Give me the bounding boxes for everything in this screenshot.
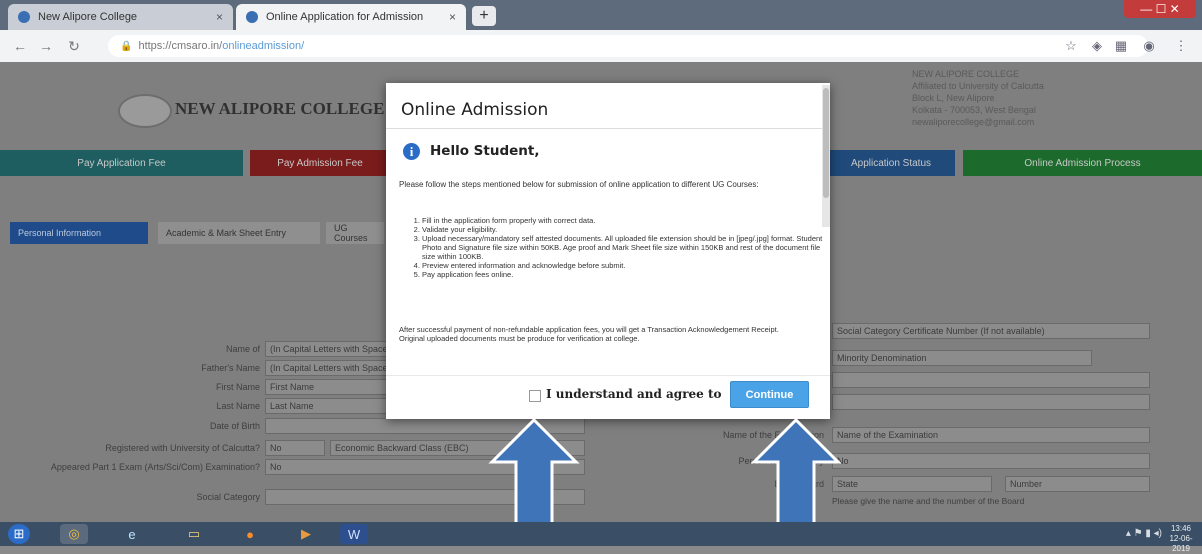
taskbar-clock[interactable]: 13:46 12-06-2019 [1164, 524, 1198, 554]
extension-icon[interactable]: ◈ [1088, 37, 1106, 55]
modal-note: After successful payment of non-refundab… [399, 325, 779, 343]
lock-icon: 🔒 [120, 40, 133, 52]
minority-select[interactable]: Minority Denomination [832, 350, 1092, 366]
college-name: NEW ALIPORE COLLEGE [175, 99, 385, 118]
globe-icon [18, 11, 30, 23]
category-certificate-field[interactable]: Social Category Certificate Number (If n… [832, 323, 1150, 339]
ie-icon[interactable]: e [118, 524, 146, 544]
college-logo [118, 94, 172, 128]
folder-icon[interactable]: ▭ [180, 524, 208, 544]
exam-name-field[interactable]: Name of the Examination [832, 427, 1150, 443]
bookmark-star-icon[interactable]: ☆ [1062, 37, 1080, 55]
board-number-field[interactable]: Number [1005, 476, 1150, 492]
modal-divider [386, 128, 830, 129]
address-line: Block L, New Alipore [912, 93, 995, 103]
agree-label[interactable]: I understand and agree to [546, 387, 722, 401]
field-label: Father's Name [201, 363, 260, 373]
nav-online-admission-process[interactable]: Online Admission Process [963, 150, 1202, 176]
tab-label: New Alipore College [38, 11, 138, 23]
right-field[interactable] [832, 372, 1150, 388]
up-arrow-icon [488, 418, 580, 528]
clock-date: 12-06-2019 [1169, 534, 1193, 553]
step-item: Validate your eligibility. [422, 225, 828, 234]
arrow-shape [750, 418, 842, 528]
back-icon[interactable]: ← [10, 36, 30, 56]
info-icon: i [403, 143, 420, 160]
name-field[interactable]: (In Capital Letters with Space) [265, 341, 387, 357]
address-line: NEW ALIPORE COLLEGE [912, 69, 1020, 79]
field-label: Name of [225, 344, 260, 354]
modal-scroll-thumb[interactable] [823, 88, 829, 198]
modal-title: Online Admission [401, 100, 549, 120]
media-player-icon[interactable]: ▶ [292, 524, 320, 544]
chrome-icon[interactable]: ◎ [60, 524, 88, 544]
url-path: onlineadmission/ [222, 40, 305, 52]
disability-select[interactable]: No [832, 453, 1150, 469]
menu-icon[interactable]: ⋮ [1172, 37, 1190, 55]
step-personal-information[interactable]: Personal Information [10, 222, 148, 244]
arrow-shape [488, 418, 580, 528]
clock-time: 13:46 [1170, 524, 1192, 533]
close-icon[interactable]: × [216, 10, 223, 24]
tab-label: Online Application for Admission [266, 11, 424, 23]
profile-icon[interactable]: ◉ [1140, 37, 1158, 55]
address-line: Affiliated to University of Calcutta [912, 81, 1044, 91]
field-label: Appeared Part 1 Exam (Arts/Sci/Com) Exam… [50, 462, 260, 472]
tab-online-application[interactable]: Online Application for Admission × [236, 4, 466, 30]
first-name-field[interactable]: First Name [265, 379, 387, 395]
step-academic-marks[interactable]: Academic & Mark Sheet Entry [158, 222, 320, 244]
field-label: First Name [215, 382, 260, 392]
modal-intro: Please follow the steps mentioned below … [399, 180, 759, 189]
system-tray-icons[interactable]: ▴ ⚑ ▮ ◂) [1126, 528, 1162, 539]
greeting: Hello Student, [430, 143, 540, 159]
continue-button[interactable]: Continue [730, 381, 809, 408]
steps-list: Fill in the application form properly wi… [409, 216, 828, 279]
url-input[interactable]: 🔒 https://cmsaro.in/onlineadmission/ [108, 35, 1148, 57]
last-name-field[interactable]: Last Name [265, 398, 387, 414]
nav-pay-application-fee[interactable]: Pay Application Fee [0, 150, 243, 176]
extension-icon[interactable]: ▦ [1112, 37, 1130, 55]
board-select[interactable]: State [832, 476, 992, 492]
address-line: Kolkata - 700053, West Bengal [912, 105, 1036, 115]
field-label: Social Category [196, 492, 260, 502]
field-label: Last Name [216, 401, 260, 411]
close-icon[interactable]: × [449, 10, 456, 24]
agree-checkbox[interactable] [529, 390, 541, 402]
up-arrow-icon [750, 418, 842, 528]
step-item: Fill in the application form properly wi… [422, 216, 828, 225]
globe-icon [246, 11, 258, 23]
address-line: newaliporecollege@gmail.com [912, 117, 1035, 127]
tab-new-alipore-college[interactable]: New Alipore College × [8, 4, 233, 30]
url-host: https://cmsaro.in/ [138, 40, 223, 52]
modal-footer-divider [386, 375, 830, 376]
registered-cu-select[interactable]: No [265, 440, 325, 456]
step-ug-courses[interactable]: UG Courses [326, 222, 384, 244]
college-address: NEW ALIPORE COLLEGE Affiliated to Univer… [912, 68, 1072, 128]
field-label: Registered with University of Calcutta? [105, 443, 260, 453]
right-field[interactable] [832, 394, 1150, 410]
step-item: Pay application fees online. [422, 270, 828, 279]
word-icon[interactable]: W [340, 524, 368, 544]
nav-pay-admission-fee[interactable]: Pay Admission Fee [250, 150, 390, 176]
step-item: Upload necessary/mandatory self attested… [422, 234, 828, 261]
start-icon[interactable]: ⊞ [8, 524, 30, 544]
field-label: Date of Birth [209, 421, 260, 431]
step-item: Preview entered information and acknowle… [422, 261, 828, 270]
new-tab-button[interactable]: + [472, 6, 496, 26]
forward-icon[interactable]: → [36, 36, 56, 56]
board-note: Please give the name and the number of t… [832, 496, 1025, 506]
reload-icon[interactable]: ↻ [64, 36, 84, 56]
firefox-icon[interactable]: ● [236, 524, 264, 544]
nav-application-status[interactable]: Application Status [827, 150, 955, 176]
window-controls[interactable]: — ☐ ✕ [1124, 0, 1196, 18]
father-name-field[interactable]: (In Capital Letters with Space) [265, 360, 387, 376]
